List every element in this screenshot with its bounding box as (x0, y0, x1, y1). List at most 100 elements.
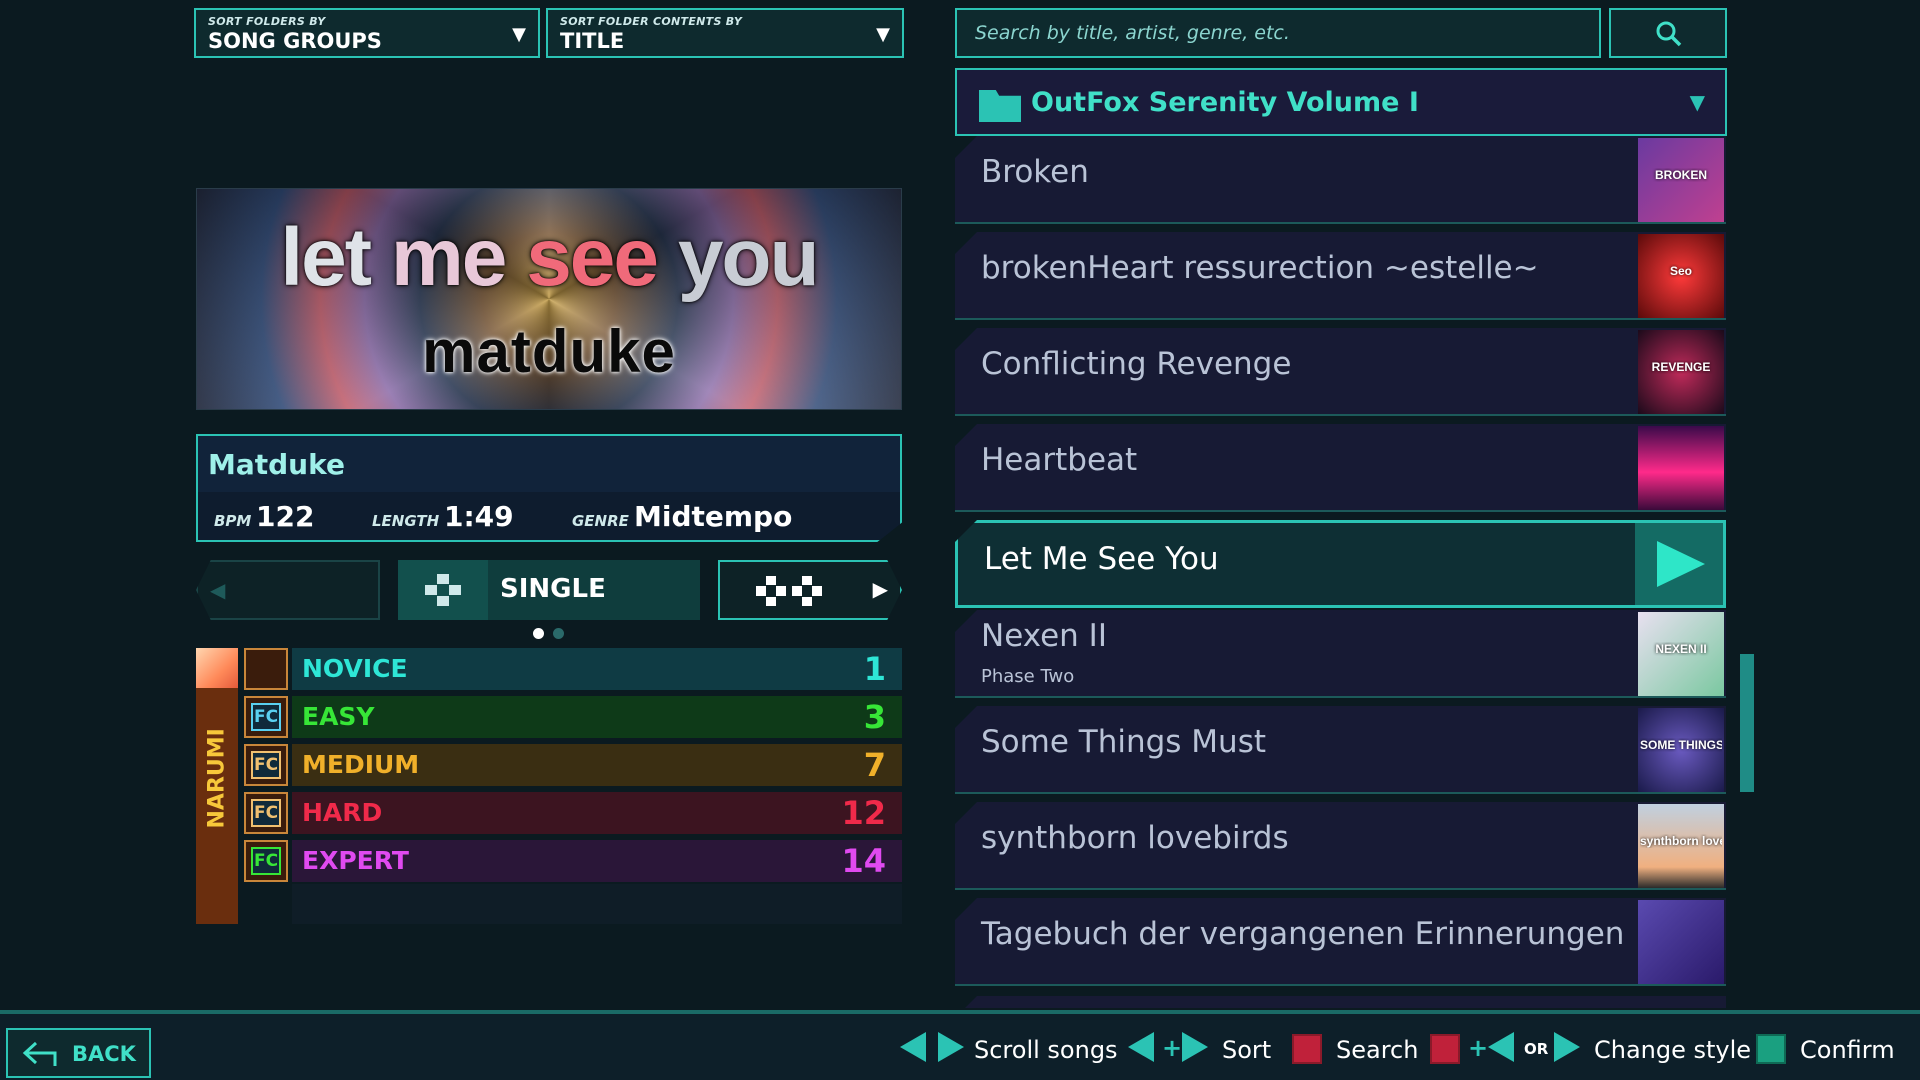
hint-or: OR (1524, 1040, 1549, 1058)
song-list-item[interactable]: Tagebuch der vergangenen Erinnerungen (955, 898, 1726, 986)
song-title: brokenHeart ressurection ~estelle~ (981, 250, 1539, 286)
song-jacket-thumbnail: BROKEN (1638, 138, 1724, 222)
song-list-item[interactable]: Broken BROKEN (955, 136, 1726, 224)
difficulty-row-medium[interactable]: MEDIUM 7 (292, 744, 902, 786)
song-jacket-thumbnail: NEXEN II (1638, 612, 1724, 696)
song-group-folder[interactable]: OutFox Serenity Volume I ▼ (955, 68, 1727, 136)
difficulty-meter: 3 (863, 698, 886, 736)
sort-contents-caption: SORT FOLDER CONTENTS BY (560, 15, 743, 28)
chevron-left-icon: ◀ (210, 578, 226, 602)
bpm-value: 122 (256, 500, 315, 533)
sort-folders-caption: SORT FOLDERS BY (208, 15, 326, 28)
banner-artist-logo: matduke (422, 318, 676, 385)
song-jacket-thumbnail (1638, 426, 1724, 510)
style-label: SINGLE (500, 574, 606, 604)
banner-title: let me see you (280, 212, 819, 303)
song-list-item-selected[interactable]: Let Me See You (955, 520, 1726, 608)
song-title: Heartbeat (981, 442, 1138, 478)
back-label: BACK (72, 1042, 136, 1066)
single-pad-icon (398, 560, 488, 620)
song-list-item[interactable]: Conflicting Revenge REVENGE (955, 328, 1726, 416)
song-artist: Matduke (208, 448, 345, 481)
length-value: 1:49 (444, 500, 514, 533)
folder-icon (979, 90, 1021, 122)
clear-status-box: FC (244, 744, 288, 786)
difficulty-meter: 14 (841, 842, 886, 880)
folder-title: OutFox Serenity Volume I (1031, 87, 1419, 118)
clear-status-box: FC (244, 696, 288, 738)
full-combo-badge: FC (251, 703, 281, 731)
song-title: Tagebuch der vergangenen Erinnerungen (981, 916, 1625, 952)
difficulty-name: HARD (302, 798, 383, 827)
song-info-panel: Matduke BPM 122 LENGTH 1:49 GENRE Midtem… (196, 434, 902, 542)
play-icon (1635, 523, 1723, 605)
song-jacket-thumbnail: SOME THINGS MUST (1638, 708, 1724, 792)
song-list-item[interactable]: synthborn lovebirds synthborn lovebirds (955, 802, 1726, 890)
style-page-dot-active (533, 628, 544, 639)
chevron-down-icon: ▼ (1689, 90, 1705, 114)
red-button-icon (1292, 1034, 1322, 1064)
clear-status-box: FC (244, 840, 288, 882)
sort-contents-value: TITLE (560, 29, 625, 53)
hint-scroll-songs: Scroll songs (974, 1036, 1118, 1064)
search-icon (1656, 21, 1682, 47)
difficulty-name: EXPERT (302, 846, 409, 875)
bpm-label: BPM (214, 512, 252, 530)
genre-label: GENRE (572, 512, 629, 530)
red-button-icon (1430, 1034, 1460, 1064)
next-style-button[interactable]: ▶ (718, 560, 902, 620)
hint-change-style: Change style (1594, 1036, 1752, 1064)
song-jacket-thumbnail: synthborn lovebirds (1638, 804, 1724, 888)
difficulty-name: NOVICE (302, 654, 408, 683)
hint-confirm: Confirm (1800, 1036, 1895, 1064)
difficulty-row-expert[interactable]: EXPERT 14 (292, 840, 902, 882)
difficulty-name: MEDIUM (302, 750, 420, 779)
song-list-scrollbar[interactable] (1740, 654, 1754, 792)
back-arrow-icon (22, 1041, 57, 1066)
song-list-item-partial[interactable] (955, 996, 1726, 1008)
plus-icon: + (1468, 1034, 1489, 1062)
sort-folders-dropdown[interactable]: SORT FOLDERS BY SONG GROUPS ▼ (194, 8, 540, 58)
prev-style-button[interactable]: ◀ (196, 560, 380, 620)
song-jacket-thumbnail: Seo (1638, 234, 1724, 318)
difficulty-meter: 7 (863, 746, 886, 784)
green-button-icon (1756, 1034, 1786, 1064)
song-title: Let Me See You (984, 541, 1219, 577)
clear-status-box: FC (244, 792, 288, 834)
footer-bar: BACK Scroll songs + Sort Search + OR Cha… (0, 1010, 1920, 1080)
song-subtitle: Phase Two (981, 666, 1075, 687)
back-button[interactable]: BACK (6, 1028, 151, 1078)
player-profile-tab: NARUMI (196, 648, 238, 924)
difficulty-row-easy[interactable]: EASY 3 (292, 696, 902, 738)
arrow-left-icon (900, 1032, 926, 1062)
song-jacket-thumbnail (1638, 900, 1724, 984)
song-list-item[interactable]: Nexen II Phase Two NEXEN II (955, 610, 1726, 698)
difficulty-meter: 12 (841, 794, 886, 832)
plus-icon: + (1162, 1034, 1183, 1062)
song-title: Nexen II (981, 618, 1107, 654)
player-avatar (196, 648, 238, 688)
search-button[interactable] (1609, 8, 1727, 58)
sort-contents-dropdown[interactable]: SORT FOLDER CONTENTS BY TITLE ▼ (546, 8, 904, 58)
double-pad-icon (756, 576, 822, 606)
difficulty-row-hard[interactable]: HARD 12 (292, 792, 902, 834)
chevron-down-icon: ▼ (876, 24, 890, 45)
song-banner: let me see you matduke (196, 188, 902, 410)
hint-search: Search (1336, 1036, 1419, 1064)
style-page-dot (553, 628, 564, 639)
player-name: NARUMI (204, 728, 230, 829)
arrow-left-icon (1488, 1032, 1514, 1062)
song-title: Some Things Must (981, 724, 1266, 760)
search-input[interactable]: Search by title, artist, genre, etc. (955, 8, 1601, 58)
song-title: Conflicting Revenge (981, 346, 1292, 382)
arrow-left-icon (1128, 1032, 1154, 1062)
style-single[interactable]: SINGLE (398, 560, 700, 620)
song-list-item[interactable]: brokenHeart ressurection ~estelle~ Seo (955, 232, 1726, 320)
difficulty-row-novice[interactable]: NOVICE 1 (292, 648, 902, 690)
difficulty-name: EASY (302, 702, 375, 731)
full-combo-badge: FC (251, 751, 281, 779)
arrow-right-icon (1554, 1032, 1580, 1062)
full-combo-badge: FC (251, 847, 281, 875)
song-list-item[interactable]: Heartbeat (955, 424, 1726, 512)
song-list-item[interactable]: Some Things Must SOME THINGS MUST (955, 706, 1726, 794)
